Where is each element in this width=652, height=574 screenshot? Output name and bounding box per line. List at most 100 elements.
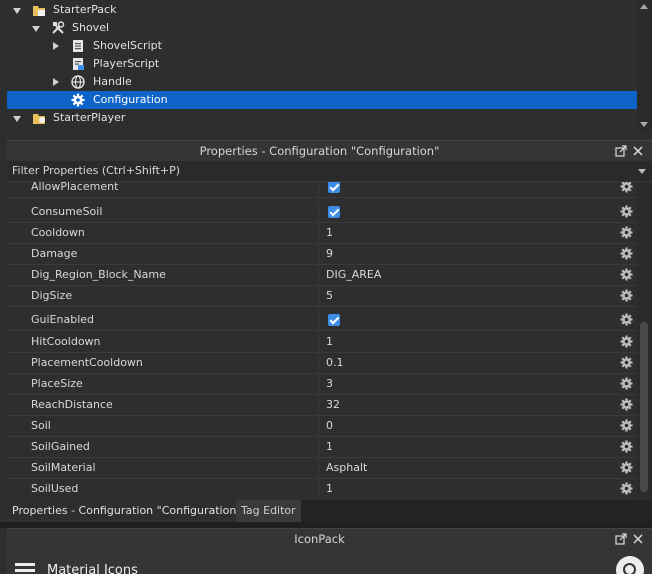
gear-icon[interactable] — [620, 440, 633, 453]
menu-icon[interactable] — [15, 563, 35, 566]
property-row-guienabled[interactable]: GuiEnabled — [7, 309, 637, 331]
expand-arrow-icon[interactable] — [53, 78, 59, 86]
explorer-scrollbar[interactable] — [637, 0, 652, 133]
tree-item-starterpack[interactable]: StarterPack — [7, 1, 637, 19]
gear-icon[interactable] — [620, 377, 633, 390]
gear-icon — [71, 93, 85, 107]
property-checkbox[interactable] — [328, 206, 340, 218]
property-value[interactable]: 0.1 — [326, 356, 344, 369]
search-button[interactable] — [616, 556, 644, 574]
close-icon[interactable] — [632, 533, 644, 545]
property-row-consumesoil[interactable]: ConsumeSoil — [7, 201, 637, 223]
gear-icon[interactable] — [620, 205, 633, 218]
property-checkbox[interactable] — [328, 182, 340, 193]
column-divider — [318, 264, 319, 285]
gear-icon[interactable] — [620, 335, 633, 348]
tree-item-label: ShovelScript — [93, 39, 162, 52]
expand-arrow-icon[interactable] — [13, 116, 21, 122]
property-row-dig-region-block-name[interactable]: Dig_Region_Block_Name DIG_AREA — [7, 264, 637, 286]
tree-item-configuration[interactable]: Configuration — [7, 91, 637, 109]
tree-item-handle[interactable]: Handle — [7, 73, 637, 91]
property-name: HitCooldown — [31, 335, 101, 348]
tool-icon — [52, 21, 65, 34]
property-row-soilgained[interactable]: SoilGained 1 — [7, 436, 637, 458]
starterpack-folder-icon — [33, 6, 45, 16]
property-row-damage[interactable]: Damage 9 — [7, 243, 637, 265]
gear-icon[interactable] — [620, 247, 633, 260]
column-divider — [318, 222, 319, 243]
property-value[interactable]: DIG_AREA — [326, 268, 381, 281]
local-script-icon — [73, 58, 84, 70]
expand-arrow-icon[interactable] — [53, 42, 59, 50]
gear-icon[interactable] — [620, 356, 633, 369]
property-value[interactable]: 1 — [326, 226, 333, 239]
property-value[interactable]: 1 — [326, 440, 333, 453]
property-row-soilused[interactable]: SoilUsed 1 — [7, 478, 637, 499]
property-name: SoilMaterial — [31, 461, 96, 474]
script-icon — [73, 40, 83, 52]
property-name: SoilUsed — [31, 482, 79, 495]
gear-icon[interactable] — [620, 226, 633, 239]
column-divider — [318, 457, 319, 478]
property-row-reachdistance[interactable]: ReachDistance 32 — [7, 394, 637, 416]
column-divider — [318, 243, 319, 264]
property-value[interactable]: Asphalt — [326, 461, 367, 474]
property-value[interactable]: 1 — [326, 335, 333, 348]
filter-properties-input[interactable]: Filter Properties (Ctrl+Shift+P) — [7, 161, 652, 182]
property-row-cooldown[interactable]: Cooldown 1 — [7, 222, 637, 244]
property-row-placesize[interactable]: PlaceSize 3 — [7, 373, 637, 395]
property-row-allowplacement[interactable]: AllowPlacement — [7, 182, 637, 198]
property-name: ReachDistance — [31, 398, 113, 411]
property-name: PlaceSize — [31, 377, 83, 390]
column-divider — [318, 201, 319, 222]
gear-icon[interactable] — [620, 461, 633, 474]
property-row-soilmaterial[interactable]: SoilMaterial Asphalt — [7, 457, 637, 479]
property-name: Cooldown — [31, 226, 85, 239]
scroll-down-icon[interactable] — [640, 122, 648, 127]
gear-icon[interactable] — [620, 182, 633, 193]
property-value[interactable]: 5 — [326, 289, 333, 302]
properties-grid: AllowPlacement ConsumeSoil Cooldown 1 Da… — [7, 182, 637, 499]
column-divider — [318, 415, 319, 436]
gear-icon[interactable] — [620, 482, 633, 495]
gear-icon[interactable] — [620, 268, 633, 281]
expand-arrow-icon[interactable] — [32, 26, 40, 32]
property-row-placementcooldown[interactable]: PlacementCooldown 0.1 — [7, 352, 637, 374]
scrollbar-thumb[interactable] — [640, 322, 648, 492]
property-value[interactable]: 32 — [326, 398, 340, 411]
undock-icon[interactable] — [615, 533, 627, 545]
tree-item-shovel[interactable]: Shovel — [7, 19, 637, 37]
property-name: SoilGained — [31, 440, 90, 453]
gear-icon[interactable] — [620, 398, 633, 411]
property-row-soil[interactable]: Soil 0 — [7, 415, 637, 437]
tree-item-shovelscript[interactable]: ShovelScript — [7, 37, 637, 55]
tree-item-label: Configuration — [93, 93, 168, 106]
property-value[interactable]: 1 — [326, 482, 333, 495]
properties-scrollbar[interactable] — [637, 182, 652, 499]
tab-tag-editor[interactable]: Tag Editor — [236, 500, 301, 522]
gear-icon[interactable] — [620, 419, 633, 432]
tab-properties[interactable]: Properties - Configuration "Configuratio… — [7, 500, 247, 522]
expand-arrow-icon[interactable] — [13, 8, 21, 14]
tree-item-label: StarterPlayer — [53, 111, 126, 124]
tree-item-playerscript[interactable]: PlayerScript — [7, 55, 637, 73]
gear-icon[interactable] — [620, 289, 633, 302]
property-checkbox[interactable] — [328, 314, 340, 326]
close-icon[interactable] — [632, 145, 644, 157]
chevron-down-icon[interactable] — [638, 169, 646, 174]
column-divider — [318, 436, 319, 457]
column-divider — [318, 394, 319, 415]
property-name: PlacementCooldown — [31, 356, 143, 369]
property-row-hitcooldown[interactable]: HitCooldown 1 — [7, 331, 637, 353]
property-value[interactable]: 9 — [326, 247, 333, 260]
property-name: ConsumeSoil — [31, 205, 103, 218]
tree-item-starterplayer[interactable]: StarterPlayer — [7, 109, 637, 127]
property-row-digsize[interactable]: DigSize 5 — [7, 285, 637, 307]
undock-icon[interactable] — [615, 145, 627, 157]
scroll-up-icon[interactable] — [640, 4, 648, 9]
property-value[interactable]: 0 — [326, 419, 333, 432]
gear-icon[interactable] — [620, 313, 633, 326]
property-value[interactable]: 3 — [326, 377, 333, 390]
column-divider — [318, 285, 319, 306]
search-icon — [623, 563, 636, 574]
